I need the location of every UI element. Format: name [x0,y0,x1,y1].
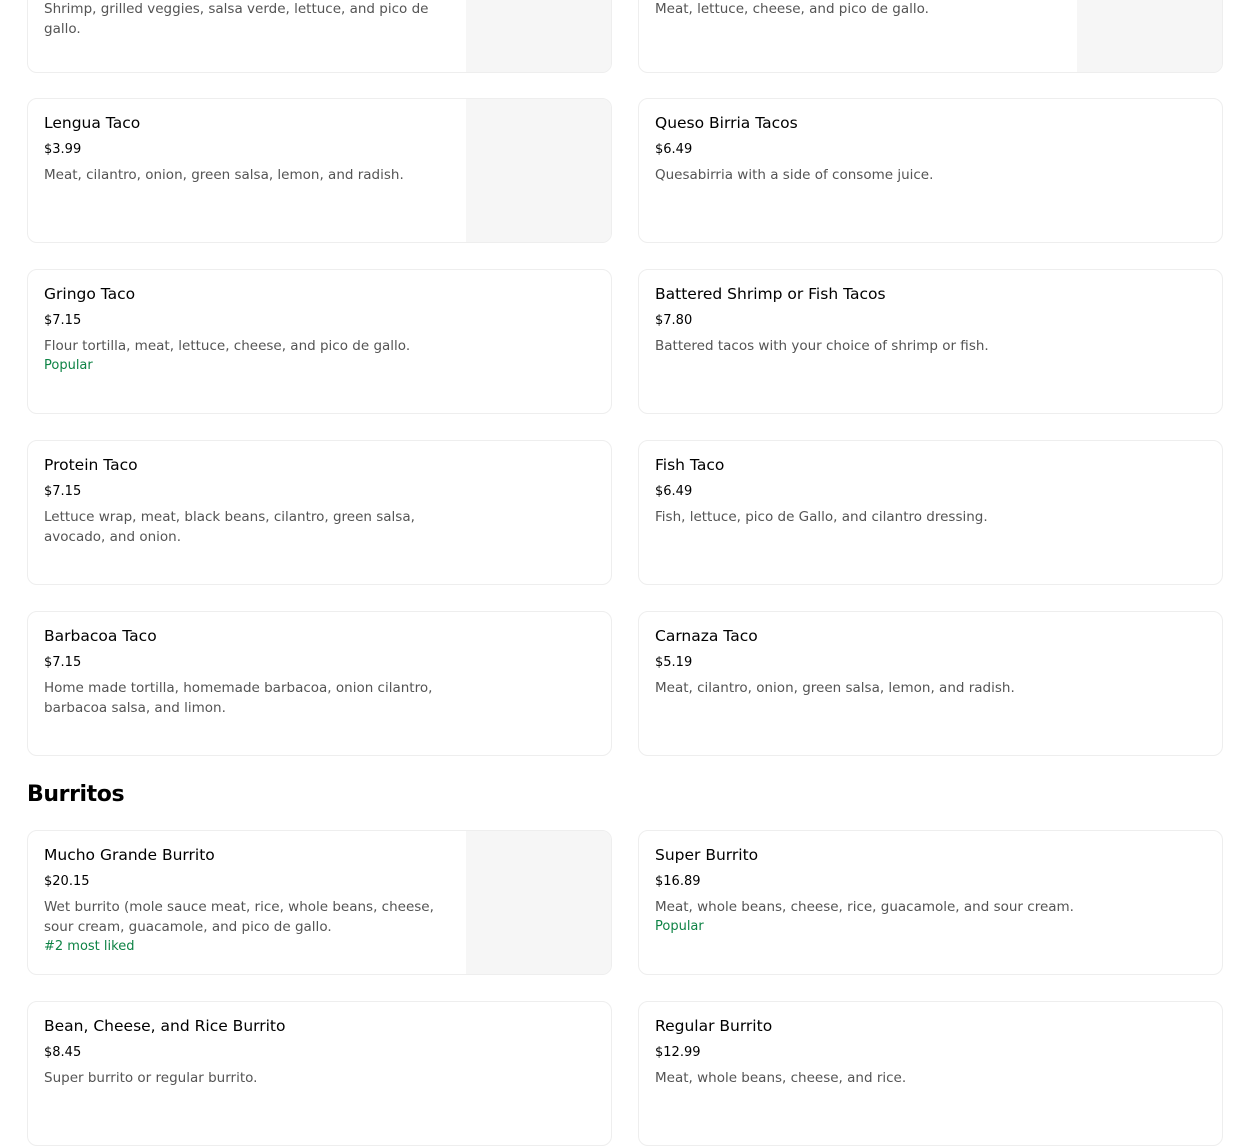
item-description: Home made tortilla, homemade barbacoa, o… [44,680,433,716]
item-image-placeholder [466,0,611,72]
item-name: Mucho Grande Burrito [44,846,215,864]
item-description: Flour tortilla, meat, lettuce, cheese, a… [44,338,411,354]
menu-item-regular-burrito[interactable]: Regular Burrito $12.99 Meat, whole beans… [638,1001,1223,1146]
item-price: $3.99 [44,142,82,157]
popular-badge: Popular [655,919,704,934]
item-description: Meat, lettuce, cheese, and pico de gallo… [655,1,929,17]
item-name: Battered Shrimp or Fish Tacos [655,285,886,303]
item-name: Gringo Taco [44,285,136,303]
popular-badge: Popular [44,358,93,373]
item-description: Meat, whole beans, cheese, rice, guacamo… [655,899,1074,915]
item-price: $6.49 [655,484,693,499]
menu-item-fish-taco[interactable]: Fish Taco $6.49 Fish, lettuce, pico de G… [638,440,1223,585]
item-price: $7.15 [44,484,82,499]
item-price: $8.45 [44,1045,82,1060]
item-description: Quesabirria with a side of consome juice… [655,167,934,183]
menu-item-gringo-taco[interactable]: Gringo Taco $7.15 Flour tortilla, meat, … [27,269,612,414]
item-description: Meat, cilantro, onion, green salsa, lemo… [655,680,1015,696]
item-description: Super burrito or regular burrito. [44,1070,258,1086]
most-liked-badge: #2 most liked [44,939,135,954]
menu-item-bean-cheese-and-rice-burrito[interactable]: Bean, Cheese, and Rice Burrito $8.45 Sup… [27,1001,612,1146]
item-name: Carnaza Taco [655,627,758,645]
menu-item-battered-shrimp-or-fish-tacos[interactable]: Battered Shrimp or Fish Tacos $7.80 Batt… [638,269,1223,414]
item-description: Meat, whole beans, cheese, and rice. [655,1070,907,1086]
menu-item-carnaza-taco[interactable]: Carnaza Taco $5.19 Meat, cilantro, onion… [638,611,1223,756]
item-description: Wet burrito (mole sauce meat, rice, whol… [44,899,434,935]
item-image-placeholder [1077,0,1222,72]
item-price: $16.89 [655,874,701,889]
item-price: $7.15 [44,313,82,328]
item-name: Bean, Cheese, and Rice Burrito [44,1017,286,1035]
item-price: $7.15 [44,655,82,670]
item-name: Fish Taco [655,456,725,474]
menu-item-barbacoa-taco[interactable]: Barbacoa Taco $7.15 Home made tortilla, … [27,611,612,756]
item-name: Queso Birria Tacos [655,114,798,132]
menu-item-mucho-grande-burrito[interactable]: Mucho Grande Burrito $20.15 Wet burrito … [27,830,612,975]
item-name: Protein Taco [44,456,138,474]
item-name: Barbacoa Taco [44,627,157,645]
item-description: Fish, lettuce, pico de Gallo, and cilant… [655,509,988,525]
item-description: Battered tacos with your choice of shrim… [655,338,989,354]
menu-item-super-burrito[interactable]: Super Burrito $16.89 Meat, whole beans, … [638,830,1223,975]
menu-item-queso-birria-tacos[interactable]: Queso Birria Tacos $6.49 Quesabirria wit… [638,98,1223,243]
item-description: Shrimp, grilled veggies, salsa verde, le… [44,1,429,37]
section-title-burritos: Burritos [27,782,125,807]
item-price: $20.15 [44,874,90,889]
item-price: $6.49 [655,142,693,157]
menu-item-lengua-taco[interactable]: Lengua Taco $3.99 Meat, cilantro, onion,… [27,98,612,243]
item-description: Lettuce wrap, meat, black beans, cilantr… [44,509,415,545]
item-image-placeholder [466,99,611,242]
item-description: Meat, cilantro, onion, green salsa, lemo… [44,167,404,183]
item-price: $5.19 [655,655,693,670]
item-name: Lengua Taco [44,114,141,132]
menu-item-protein-taco[interactable]: Protein Taco $7.15 Lettuce wrap, meat, b… [27,440,612,585]
item-name: Regular Burrito [655,1017,773,1035]
item-name: Super Burrito [655,846,759,864]
item-image-placeholder [466,831,611,974]
item-price: $7.80 [655,313,693,328]
menu-item-card[interactable]: Shrimp, grilled veggies, salsa verde, le… [27,0,612,73]
item-price: $12.99 [655,1045,701,1060]
menu-item-card[interactable]: Meat, lettuce, cheese, and pico de gallo… [638,0,1223,73]
